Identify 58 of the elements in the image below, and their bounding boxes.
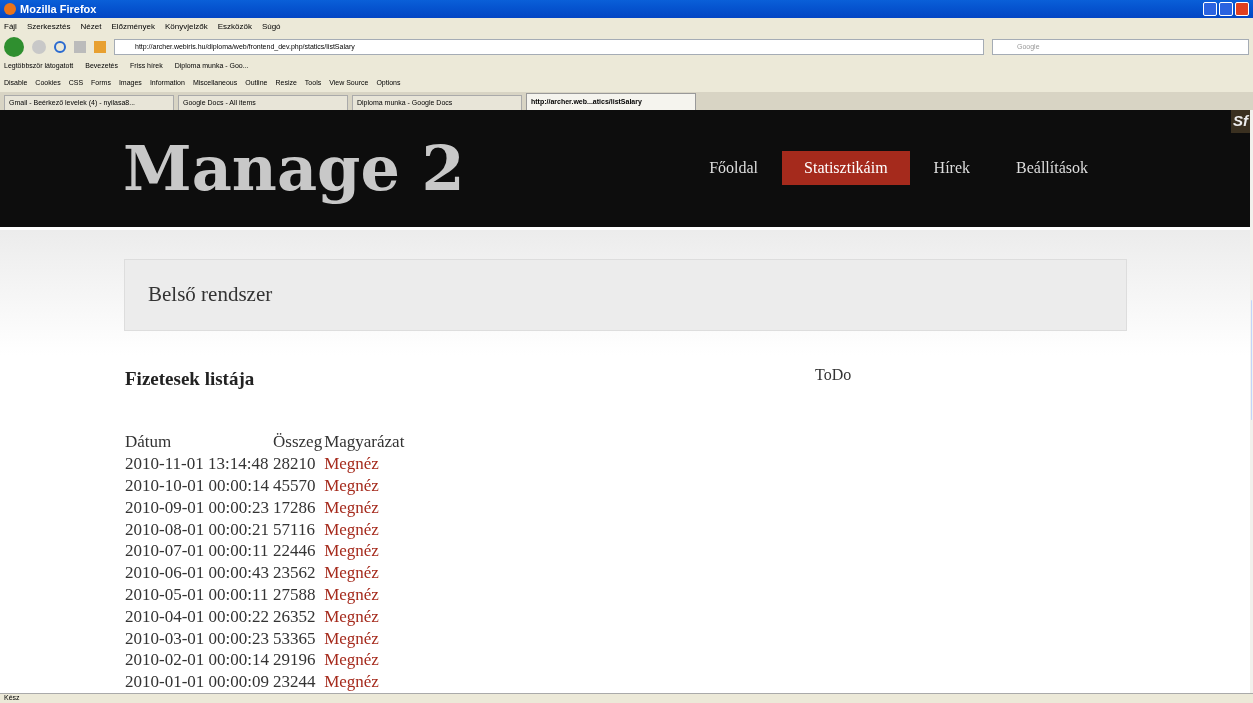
- view-link[interactable]: Megnéz: [324, 672, 379, 692]
- maximize-button[interactable]: [1219, 2, 1233, 16]
- framework-badge: Sf: [1231, 110, 1250, 133]
- view-link[interactable]: Megnéz: [324, 563, 379, 583]
- column-header: Magyarázat: [324, 431, 406, 454]
- table-cell: 2010-11-01 13:14:48: [125, 454, 269, 474]
- menu-item[interactable]: Súgó: [261, 21, 281, 33]
- nav-link[interactable]: Hírek: [911, 151, 992, 186]
- window-title: Mozilla Firefox: [20, 1, 97, 17]
- table-cell: 45570: [273, 476, 316, 495]
- table-cell: 2010-04-01 00:00:22: [125, 606, 270, 626]
- side-text: ToDo: [815, 364, 852, 385]
- view-link[interactable]: Megnéz: [324, 585, 379, 604]
- view-link[interactable]: Megnéz: [324, 650, 379, 670]
- section-heading: Fizetesek listája: [125, 366, 256, 391]
- banner-text: Belső rendszer: [148, 281, 273, 309]
- table-cell: 23562: [273, 563, 316, 583]
- menu-item[interactable]: Könyvjelzők: [164, 21, 208, 33]
- table-cell: 27588: [273, 585, 316, 604]
- view-link[interactable]: Megnéz: [324, 497, 379, 517]
- nav-link[interactable]: Beállítások: [994, 151, 1110, 186]
- nav-link[interactable]: Statisztikáim: [782, 151, 910, 186]
- column-header: Dátum: [125, 431, 173, 454]
- table-cell: 23244: [273, 672, 316, 692]
- scrollbar[interactable]: [1250, 110, 1253, 693]
- table-cell: 2010-09-01 00:00:23: [125, 497, 270, 517]
- table-cell: 22446: [273, 541, 316, 561]
- table-cell: 2010-05-01 00:00:11: [125, 585, 269, 604]
- table-cell: 17286: [273, 497, 316, 517]
- view-link[interactable]: Megnéz: [324, 628, 379, 648]
- table-cell: 2010-10-01 00:00:14: [125, 476, 270, 495]
- table-cell: 29196: [273, 650, 316, 670]
- minimize-button[interactable]: [1203, 2, 1217, 16]
- view-link[interactable]: Megnéz: [324, 541, 379, 561]
- column-header: Összeg: [273, 431, 324, 454]
- view-link[interactable]: Megnéz: [324, 476, 379, 495]
- table-cell: 57116: [273, 519, 315, 539]
- view-link[interactable]: Megnéz: [324, 454, 379, 474]
- table-cell: 2010-03-01 00:00:23: [125, 628, 270, 648]
- table-cell: 2010-06-01 00:00:43: [125, 563, 270, 583]
- menu-item[interactable]: Szerkesztés: [26, 21, 71, 33]
- menu-item[interactable]: Fájl: [4, 21, 17, 33]
- table-cell: 2010-07-01 00:00:11: [125, 541, 269, 561]
- close-button[interactable]: [1235, 2, 1249, 16]
- table-cell: 53365: [273, 628, 316, 648]
- view-link[interactable]: Megnéz: [324, 519, 379, 539]
- table-cell: 2010-08-01 00:00:21: [125, 519, 270, 539]
- table-cell: 28210: [273, 454, 316, 474]
- table-cell: 26352: [273, 606, 316, 626]
- table-cell: 2010-01-01 00:00:09: [125, 672, 270, 692]
- menu-item[interactable]: Előzmények: [111, 21, 155, 33]
- menu-item[interactable]: Nézet: [80, 21, 102, 33]
- back-button[interactable]: [4, 37, 24, 57]
- site-logo: Manage 2: [123, 130, 465, 207]
- menu-item[interactable]: Eszközök: [217, 21, 252, 33]
- table-cell: 2010-02-01 00:00:14: [125, 650, 270, 670]
- nav-link[interactable]: Főoldal: [687, 151, 781, 186]
- view-link[interactable]: Megnéz: [324, 606, 379, 626]
